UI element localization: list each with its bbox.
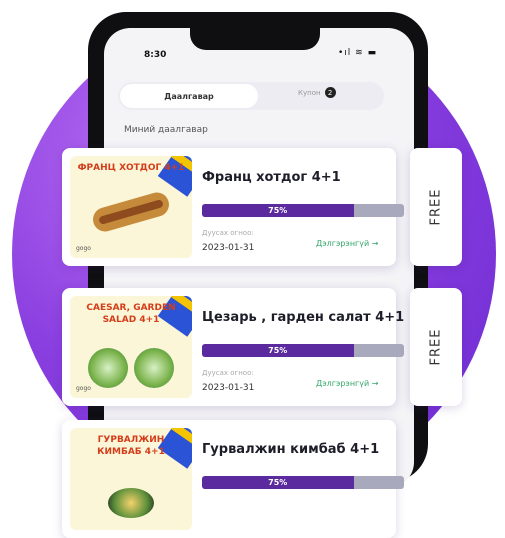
task-title: Цезарь , гарден салат 4+1 — [202, 310, 405, 325]
tab-tasks[interactable]: Даалгавар — [120, 84, 258, 108]
task-card[interactable]: ГУРВАЛЖИН КИМБАБ 4+1 Гурвалжин кимбаб 4+… — [62, 420, 404, 538]
brand-logo: gogo — [76, 385, 91, 392]
task-title: Гурвалжин кимбаб 4+1 — [202, 442, 380, 457]
tab-coupons-label: Купон — [298, 88, 321, 97]
progress-label: 75% — [268, 478, 288, 487]
expiry-label: Дуусах огноо: — [202, 369, 254, 377]
details-link[interactable]: Дэлгэрэнгүй → — [316, 379, 378, 388]
reward-free-tag: FREE — [410, 148, 462, 266]
task-title: Франц хотдог 4+1 — [202, 170, 341, 185]
tab-coupons[interactable]: Купон 2 — [298, 87, 336, 98]
expiry-date: 2023-01-31 — [202, 243, 255, 253]
coupon-count-badge: 2 — [324, 87, 336, 98]
reward-free-tag: FREE — [410, 288, 462, 406]
details-link[interactable]: Дэлгэрэнгүй → — [316, 239, 378, 248]
section-title: Миний даалгавар — [124, 125, 208, 135]
phone-notch — [190, 26, 320, 50]
expiry-date: 2023-01-31 — [202, 383, 255, 393]
signal-wifi-battery-icon: •ıl ≋ ▬ — [338, 48, 378, 58]
hotdog-image — [90, 189, 172, 235]
thumbnail-title: CAESAR, GARDEN SALAD 4+1 — [86, 303, 176, 325]
task-thumbnail: ГУРВАЛЖИН КИМБАБ 4+1 — [70, 428, 192, 530]
expiry-label: Дуусах огноо: — [202, 229, 254, 237]
progress-label: 75% — [268, 346, 288, 355]
task-thumbnail: ФРАНЦ ХОТДОГ 4+1 gogo — [70, 156, 192, 258]
task-thumbnail: CAESAR, GARDEN SALAD 4+1 gogo — [70, 296, 192, 398]
progress-bar: 75% — [202, 204, 404, 217]
salad-image — [88, 348, 128, 388]
reward-label: FREE — [428, 188, 444, 226]
task-card[interactable]: CAESAR, GARDEN SALAD 4+1 gogo Цезарь , г… — [62, 288, 404, 406]
progress-bar: 75% — [202, 476, 404, 489]
thumbnail-title: ФРАНЦ ХОТДОГ 4+1 — [77, 163, 185, 173]
kimbap-image — [108, 488, 154, 518]
brand-logo: gogo — [76, 245, 91, 252]
progress-label: 75% — [268, 206, 288, 215]
task-card[interactable]: ФРАНЦ ХОТДОГ 4+1 gogo Франц хотдог 4+1 7… — [62, 148, 404, 266]
status-time: 8:30 — [144, 50, 167, 60]
salad-image — [134, 348, 174, 388]
reward-label: FREE — [428, 328, 444, 366]
thumbnail-title: ГУРВАЛЖИН КИМБАБ 4+1 — [97, 435, 165, 457]
progress-bar: 75% — [202, 344, 404, 357]
